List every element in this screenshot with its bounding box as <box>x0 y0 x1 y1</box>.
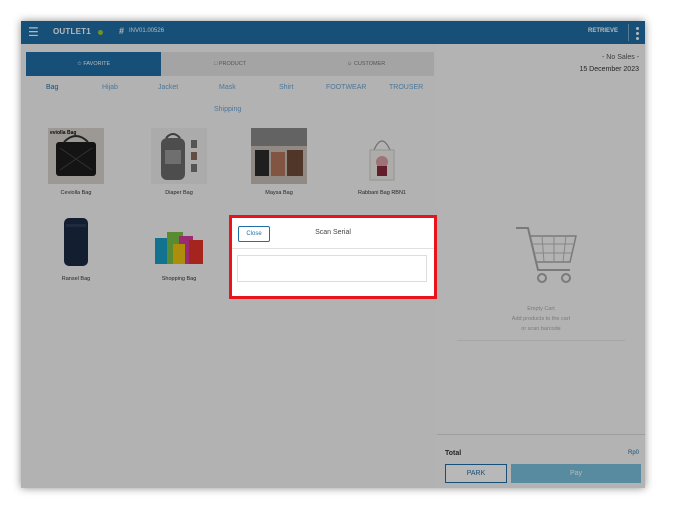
close-button[interactable]: Close <box>238 226 270 242</box>
pos-window: ☰ OUTLET1 # INV01.00526 RETRIEVE ☆ FAVOR… <box>21 21 645 488</box>
scan-serial-dialog: Scan Serial Close <box>229 215 437 299</box>
dialog-header: Scan Serial Close <box>232 218 434 249</box>
serial-input[interactable] <box>237 255 427 282</box>
